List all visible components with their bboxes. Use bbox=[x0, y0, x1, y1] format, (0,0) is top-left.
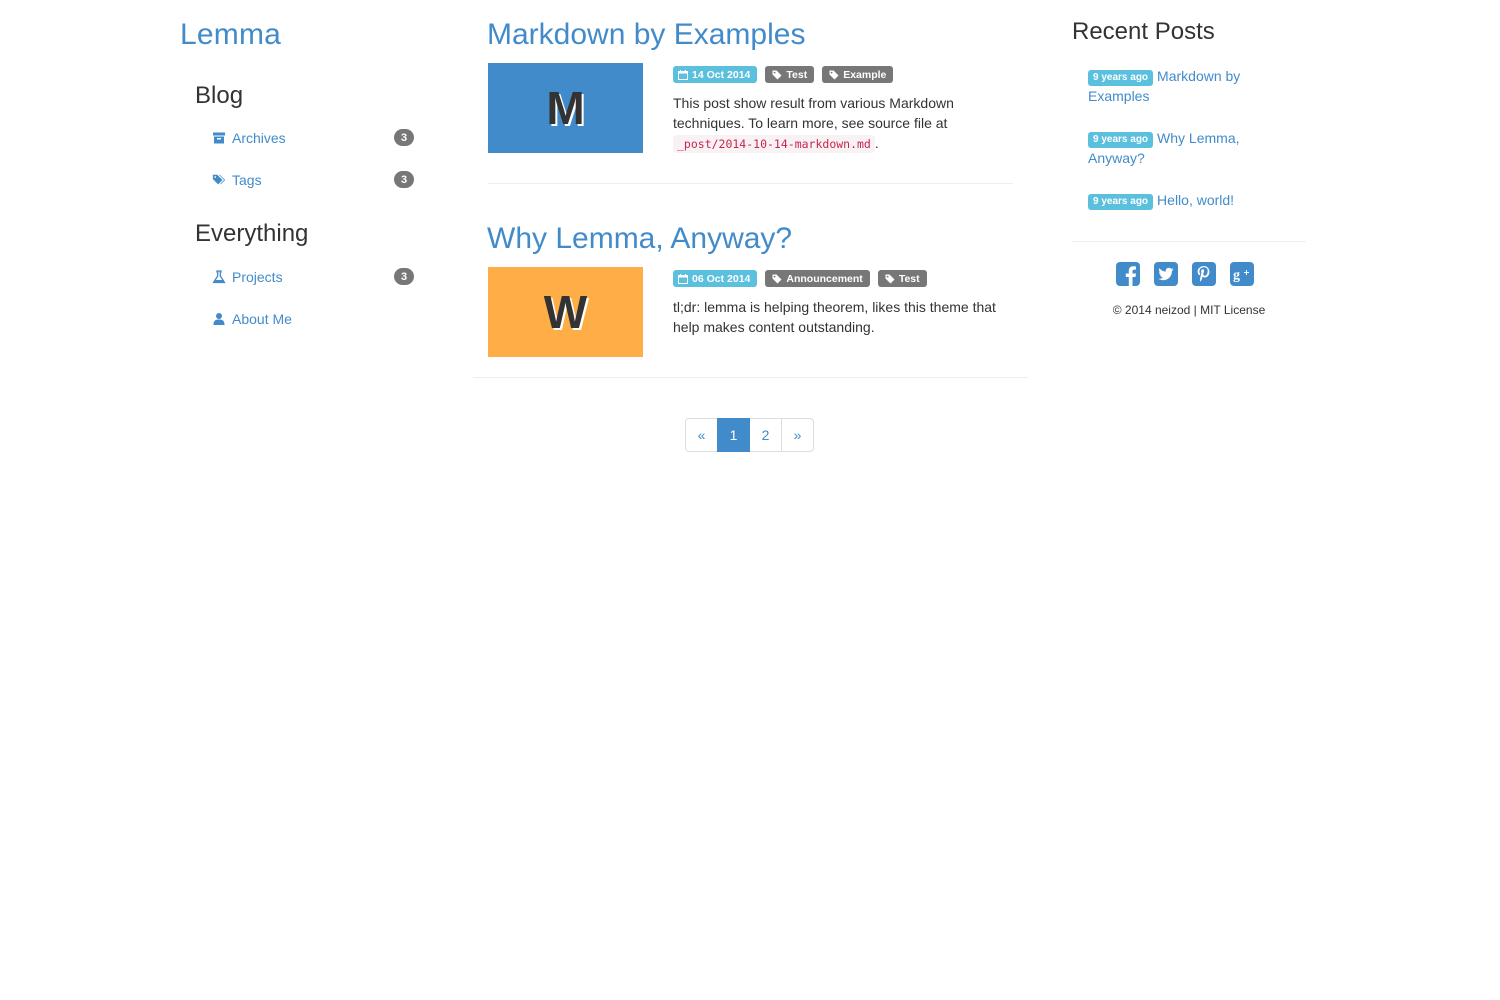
sidebar-item-label: Archives bbox=[232, 130, 286, 146]
post-title-link[interactable]: Why Lemma, Anyway? bbox=[487, 222, 792, 256]
tag-label[interactable]: Example bbox=[822, 66, 894, 83]
recent-post-title: Hello, world! bbox=[1157, 192, 1235, 208]
site-title-link[interactable]: Lemma bbox=[180, 18, 281, 52]
post-title-link[interactable]: Markdown by Examples bbox=[487, 18, 805, 52]
pagination: « 1 2 » bbox=[685, 418, 814, 452]
recent-post-item[interactable]: 9 years ago Why Lemma, Anyway? bbox=[1088, 128, 1288, 168]
post-excerpt: This post show result from various Markd… bbox=[673, 93, 1013, 154]
pagination-prev[interactable]: « bbox=[685, 418, 718, 452]
tag-icon bbox=[829, 70, 839, 79]
tag-text: Test bbox=[898, 272, 920, 285]
excerpt-code: _post/2014-10-14-markdown.md bbox=[673, 135, 875, 153]
calendar-icon bbox=[678, 273, 688, 284]
pagination-next[interactable]: » bbox=[781, 418, 814, 452]
post-date: 14 Oct 2014 bbox=[692, 68, 751, 81]
tag-icon bbox=[772, 70, 782, 79]
sidebar-item-label: Projects bbox=[232, 269, 283, 285]
tag-icon bbox=[772, 274, 782, 283]
excerpt-text: tl;dr: lemma is helping theorem, likes t… bbox=[673, 299, 996, 335]
time-ago-badge: 9 years ago bbox=[1088, 70, 1154, 86]
post-excerpt: tl;dr: lemma is helping theorem, likes t… bbox=[673, 297, 1013, 337]
tag-text: Example bbox=[843, 68, 887, 81]
post-date: 06 Oct 2014 bbox=[692, 272, 751, 285]
sidebar-item-projects[interactable]: Projects 3 bbox=[212, 266, 414, 288]
pinterest-icon[interactable] bbox=[1192, 262, 1216, 289]
facebook-icon[interactable] bbox=[1116, 262, 1140, 289]
tag-text: Test bbox=[786, 68, 808, 81]
sidebar-item-about-me[interactable]: About Me bbox=[212, 308, 414, 330]
tag-label[interactable]: Test bbox=[877, 270, 927, 287]
count-badge: 3 bbox=[394, 129, 414, 146]
user-icon bbox=[212, 312, 226, 326]
tag-icon bbox=[885, 274, 895, 283]
date-label: 14 Oct 2014 bbox=[673, 66, 758, 83]
sidebar-heading-everything: Everything bbox=[195, 220, 309, 247]
twitter-icon[interactable] bbox=[1154, 262, 1178, 289]
tag-label[interactable]: Test bbox=[765, 66, 815, 83]
post-thumbnail[interactable]: W bbox=[488, 267, 643, 357]
pagination-page-1[interactable]: 1 bbox=[717, 418, 750, 452]
social-links: g bbox=[1116, 262, 1254, 289]
flask-icon bbox=[212, 270, 226, 284]
archive-icon bbox=[212, 131, 226, 145]
thumbnail-letter: M bbox=[546, 82, 585, 134]
svg-text:g: g bbox=[1233, 268, 1240, 283]
calendar-icon bbox=[678, 69, 688, 80]
tags-icon bbox=[212, 173, 226, 187]
thumbnail-letter: W bbox=[543, 286, 588, 338]
recent-posts-heading: Recent Posts bbox=[1072, 18, 1215, 45]
count-badge: 3 bbox=[394, 171, 414, 188]
recent-post-item[interactable]: 9 years ago Hello, world! bbox=[1088, 190, 1288, 210]
sidebar-divider bbox=[1072, 241, 1306, 242]
sidebar-item-tags[interactable]: Tags 3 bbox=[212, 169, 414, 191]
sidebar-heading-blog: Blog bbox=[195, 82, 244, 109]
date-label: 06 Oct 2014 bbox=[673, 270, 758, 287]
google-plus-icon[interactable]: g bbox=[1230, 262, 1254, 289]
post-meta: 06 Oct 2014 Announcement Test bbox=[673, 270, 927, 287]
count-badge: 3 bbox=[394, 268, 414, 285]
tag-text: Announcement bbox=[786, 272, 863, 285]
footer-copyright: © 2014 neizod | MIT License bbox=[1112, 303, 1266, 317]
post-divider bbox=[488, 183, 1013, 184]
time-ago-badge: 9 years ago bbox=[1088, 194, 1154, 210]
excerpt-text: This post show result from various Markd… bbox=[673, 95, 954, 131]
content-divider bbox=[473, 377, 1028, 378]
pagination-page-2[interactable]: 2 bbox=[749, 418, 782, 452]
post-meta: 14 Oct 2014 Test Example bbox=[673, 66, 894, 83]
sidebar-item-label: About Me bbox=[232, 311, 292, 327]
tag-label[interactable]: Announcement bbox=[765, 270, 870, 287]
post-thumbnail[interactable]: M bbox=[488, 63, 643, 153]
excerpt-end: . bbox=[874, 135, 879, 151]
sidebar-item-archives[interactable]: Archives 3 bbox=[212, 127, 414, 149]
sidebar-item-label: Tags bbox=[232, 172, 262, 188]
recent-post-item[interactable]: 9 years ago Markdown by Examples bbox=[1088, 66, 1288, 106]
time-ago-badge: 9 years ago bbox=[1088, 132, 1154, 148]
